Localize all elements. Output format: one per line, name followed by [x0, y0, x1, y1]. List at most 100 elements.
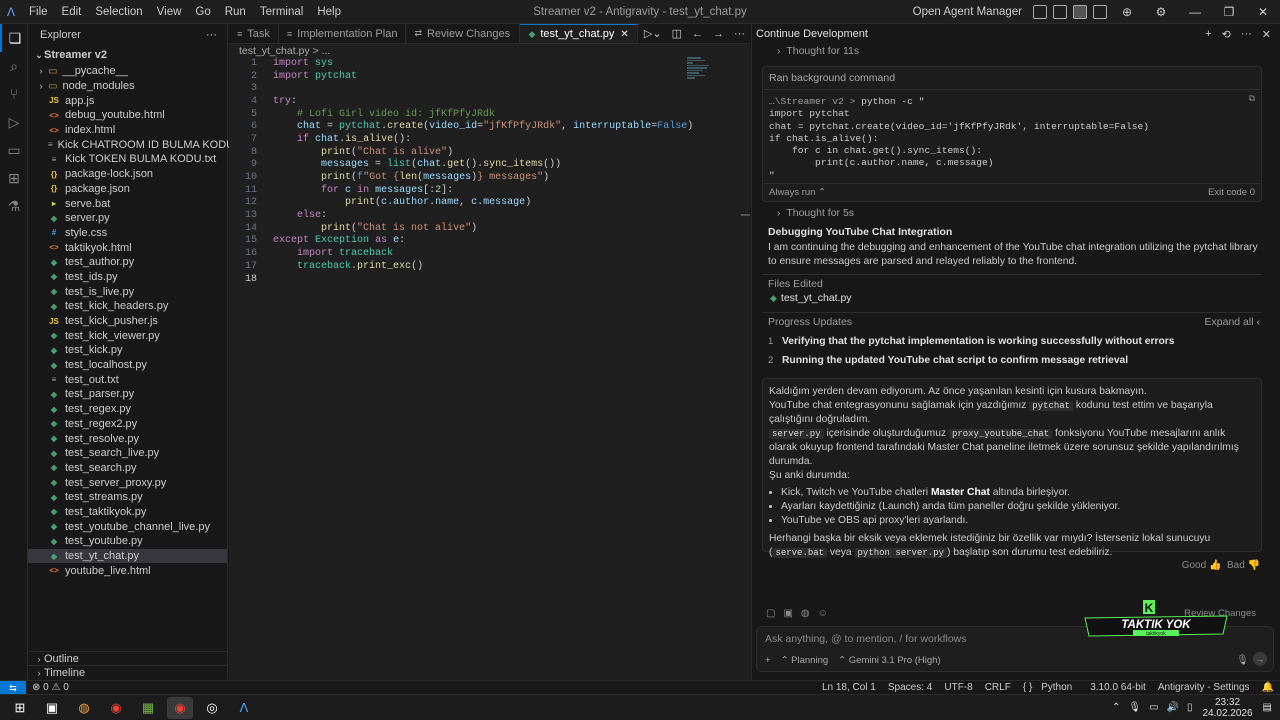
close-panel-icon[interactable]: ✕	[1257, 28, 1276, 41]
file-item[interactable]: ◆ test_youtube_channel_live.py	[28, 519, 227, 534]
notification-center-icon[interactable]: ▤	[1263, 702, 1272, 713]
file-item[interactable]: ◆ test_regex2.py	[28, 417, 227, 432]
extensions-icon[interactable]: ⊞	[0, 164, 28, 192]
send-button[interactable]: →	[1253, 652, 1267, 666]
run-debug-icon[interactable]: ▷	[0, 108, 28, 136]
code-line[interactable]: 8 print("Chat is alive")	[229, 146, 750, 159]
file-item[interactable]: {} package-lock.json	[28, 167, 227, 182]
file-item[interactable]: JS app.js	[28, 93, 227, 108]
history-icon[interactable]: ⟲	[1217, 28, 1236, 41]
language-mode[interactable]: { } Python	[1017, 682, 1084, 693]
timeline-section[interactable]: › Timeline	[28, 665, 228, 679]
run-icon[interactable]: ▷⌄	[639, 27, 667, 40]
sidebar-toggle-icon[interactable]	[1073, 5, 1087, 19]
close-window-button[interactable]: ✕	[1246, 5, 1280, 19]
file-item[interactable]: ≡ Kick TOKEN BULMA KODU.txt	[28, 152, 227, 167]
line-ending[interactable]: CRLF	[979, 682, 1017, 693]
taskview-icon[interactable]: ▣	[39, 697, 65, 719]
file-item[interactable]: {} package.json	[28, 182, 227, 197]
progress-item[interactable]: 1 Verifying that the pytchat implementati…	[768, 332, 1258, 351]
microphone-icon[interactable]: 🎙	[1128, 702, 1141, 713]
file-item[interactable]: ◆ test_search_live.py	[28, 446, 227, 461]
file-icon[interactable]: ▢	[766, 608, 775, 619]
file-item[interactable]: ◆ test_parser.py	[28, 387, 227, 402]
menu-edit[interactable]: Edit	[55, 0, 89, 24]
outline-section[interactable]: › Outline	[28, 651, 228, 665]
code-line[interactable]: 16 import traceback	[229, 247, 750, 260]
code-line[interactable]: 7 if chat.is_alive():	[229, 133, 750, 146]
file-item[interactable]: ◆ test_author.py	[28, 255, 227, 270]
code-line[interactable]: 3	[229, 82, 750, 95]
file-item[interactable]: ◆ server.py	[28, 211, 227, 226]
code-line[interactable]: 11 for c in messages[:2]:	[229, 184, 750, 197]
more-actions-icon[interactable]: ···	[206, 29, 217, 41]
search-icon[interactable]: ⌕	[0, 52, 28, 80]
code-line[interactable]: 2 import pytchat	[229, 70, 750, 83]
model-selector[interactable]: ⌃ Gemini 3.1 Pro (High)	[838, 655, 940, 666]
file-item[interactable]: ≡ Kick CHATROOM ID BULMA KODU.txt	[28, 137, 249, 152]
indentation[interactable]: Spaces: 4	[882, 682, 938, 693]
code-line[interactable]: 1 import sys	[229, 57, 750, 70]
file-item[interactable]: ◆ test_ids.py	[28, 270, 227, 285]
bad-button[interactable]: Bad 👎	[1227, 560, 1260, 571]
emoji-icon[interactable]: ☺	[818, 608, 828, 619]
encoding[interactable]: UTF-8	[938, 682, 978, 693]
code-line[interactable]: 15 except Exception as e:	[229, 235, 750, 248]
file-item[interactable]: ◆ test_localhost.py	[28, 358, 227, 373]
code-line[interactable]: 13 else:	[229, 209, 750, 222]
file-item[interactable]: ◆ test_regex.py	[28, 402, 227, 417]
file-item[interactable]: <> taktikyok.html	[28, 240, 227, 255]
copy-icon[interactable]: ⧉	[1249, 93, 1255, 104]
file-item[interactable]: ▸ serve.bat	[28, 196, 227, 211]
menu-terminal[interactable]: Terminal	[253, 0, 310, 24]
clock[interactable]: 23:32 24.02.2026	[1202, 697, 1252, 719]
testing-icon[interactable]: ⚗	[0, 192, 28, 220]
mic-icon[interactable]: ◍	[801, 608, 810, 619]
settings-status[interactable]: Antigravity - Settings	[1152, 682, 1256, 693]
menu-run[interactable]: Run	[218, 0, 253, 24]
python-interpreter[interactable]: 3.10.0 64-bit	[1084, 682, 1152, 693]
code-line[interactable]: 5 # Lofi Girl video id: jfKfPfyJRdk	[229, 108, 750, 121]
secondary-sidebar-icon[interactable]	[1093, 5, 1107, 19]
more-options-icon[interactable]: ···	[1236, 28, 1257, 41]
code-line[interactable]: 6 chat = pytchat.create(video_id="jfKfPf…	[229, 120, 750, 133]
chrome-icon[interactable]: ◉	[103, 697, 129, 719]
remote-explorer-icon[interactable]: ▭	[0, 136, 28, 164]
antigravity-icon[interactable]: Λ	[231, 697, 257, 719]
minecraft-icon[interactable]: ▦	[135, 697, 161, 719]
copilot-icon[interactable]: ◍	[71, 697, 97, 719]
menu-view[interactable]: View	[150, 0, 189, 24]
start-icon[interactable]: ⊞	[7, 697, 33, 719]
expand-all-button[interactable]: Expand all ‹	[1205, 316, 1260, 328]
file-item[interactable]: ◆ test_youtube.py	[28, 534, 227, 549]
menu-go[interactable]: Go	[188, 0, 217, 24]
layout-toggle-icon[interactable]	[1033, 5, 1047, 19]
source-control-icon[interactable]: ⑂	[0, 80, 28, 108]
microphone-icon[interactable]: 🎙	[1236, 655, 1249, 666]
globe-icon[interactable]: ⊕	[1110, 5, 1144, 19]
code-line[interactable]: 12 print(c.author.name, c.message)	[229, 197, 750, 210]
close-tab-icon[interactable]: ✕	[620, 29, 628, 40]
file-item[interactable]: ◆ test_kick_headers.py	[28, 299, 227, 314]
editor-tab[interactable]: ≡ Implementation Plan	[279, 24, 407, 43]
code-line[interactable]: 14 print("Chat is not alive")	[229, 222, 750, 235]
remote-indicator-icon[interactable]: ⇆	[0, 680, 26, 695]
thought-toggle-1[interactable]: › Thought for 11s	[764, 45, 859, 57]
open-agent-manager-button[interactable]: Open Agent Manager	[913, 6, 1022, 18]
folder-item[interactable]: › ▭ __pycache__	[28, 64, 227, 79]
project-folder[interactable]: ⌄ Streamer v2	[28, 46, 227, 64]
good-button[interactable]: Good 👍	[1182, 560, 1222, 571]
file-item[interactable]: ◆ test_resolve.py	[28, 431, 227, 446]
battery-icon[interactable]: ▯	[1187, 702, 1193, 713]
folder-item[interactable]: › ▭ node_modules	[28, 79, 227, 94]
show-hidden-icons[interactable]: ⌃	[1112, 702, 1120, 713]
explorer-icon[interactable]: ❏	[0, 24, 28, 52]
obs-icon[interactable]: ◎	[199, 697, 225, 719]
editor-tab[interactable]: ◆ test_yt_chat.py ✕	[520, 24, 638, 43]
notifications-icon[interactable]: 🔔	[1256, 682, 1280, 693]
menu-file[interactable]: File	[22, 0, 55, 24]
file-item[interactable]: ◆ test_streams.py	[28, 490, 227, 505]
chrome2-icon[interactable]: ◉	[167, 696, 193, 719]
more-icon[interactable]: ···	[729, 28, 750, 40]
code-line[interactable]: 17 traceback.print_exc()	[229, 260, 750, 273]
